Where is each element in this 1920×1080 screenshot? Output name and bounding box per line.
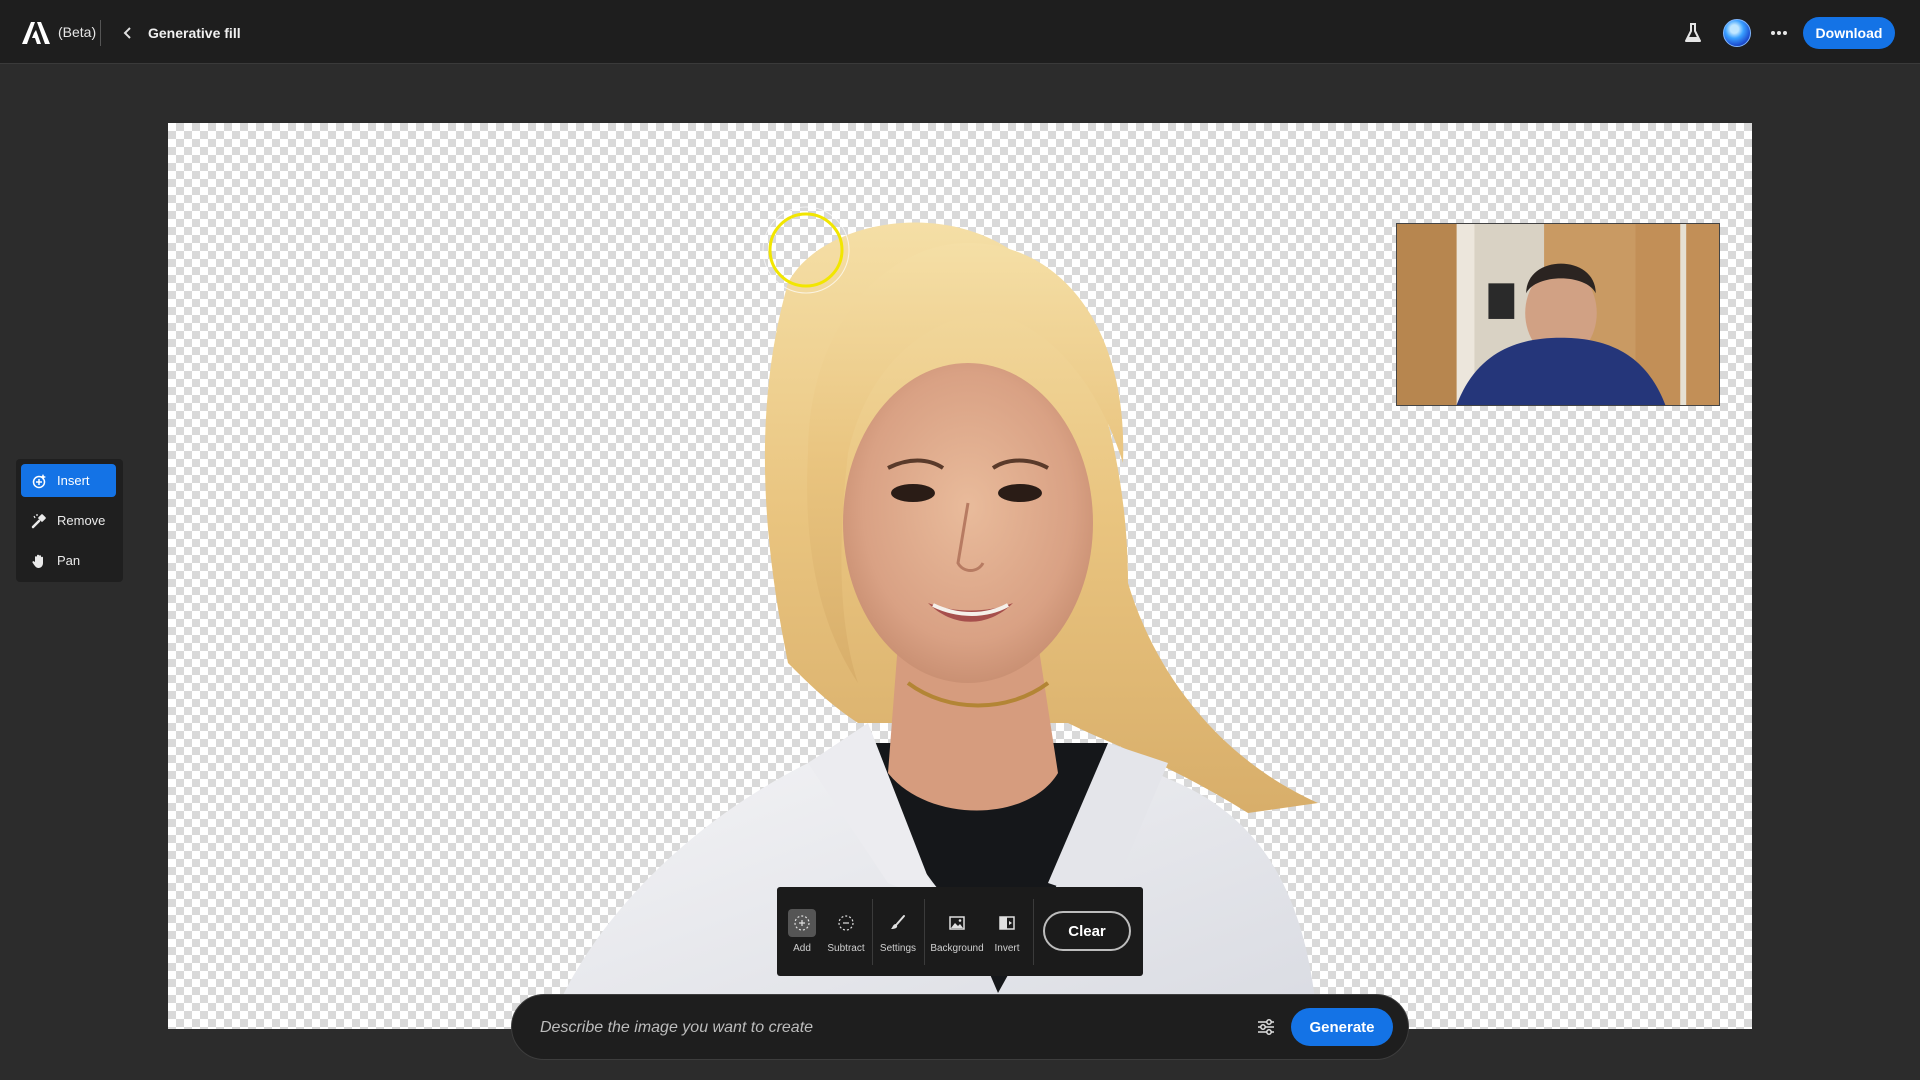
- generate-button[interactable]: Generate: [1291, 1008, 1393, 1046]
- tool-remove[interactable]: Remove: [21, 504, 116, 537]
- tool-insert[interactable]: Insert: [21, 464, 116, 497]
- webcam-overlay: [1396, 223, 1720, 406]
- tool-pan-label: Pan: [57, 553, 81, 568]
- toolbar-divider: [872, 899, 873, 965]
- add-icon-wrap: [788, 909, 816, 937]
- hand-icon: [32, 554, 43, 568]
- brush-icon: [891, 915, 905, 929]
- more-horizontal-icon: [1771, 31, 1787, 35]
- back-button[interactable]: [116, 20, 140, 46]
- insert-brush-icon: [32, 473, 46, 488]
- tool-insert-label: Insert: [57, 473, 90, 488]
- beta-label: (Beta): [58, 24, 97, 40]
- remove-brush-icon: [31, 513, 46, 528]
- chevron-left-icon: [123, 27, 131, 39]
- invert-icon-wrap: [993, 909, 1021, 937]
- settings-button[interactable]: Settings: [877, 887, 919, 976]
- subtract-button[interactable]: Subtract: [825, 887, 867, 976]
- top-bar: (Beta) Generative fill Download: [0, 0, 1920, 64]
- download-button[interactable]: Download: [1803, 17, 1895, 49]
- subtract-label: Subtract: [827, 943, 865, 954]
- page-title: Generative fill: [148, 25, 241, 41]
- settings-icon-wrap: [884, 909, 912, 937]
- invert-selection-icon: [999, 916, 1015, 930]
- selection-toolbar: Add Subtract Settings Background Invert …: [777, 887, 1143, 976]
- settings-label: Settings: [879, 943, 917, 954]
- invert-label: Invert: [994, 943, 1020, 954]
- add-button[interactable]: Add: [783, 887, 821, 976]
- avatar[interactable]: [1723, 19, 1751, 47]
- prompt-bar: Generate: [511, 994, 1409, 1060]
- toolbar-divider: [1033, 899, 1034, 965]
- invert-button[interactable]: Invert: [987, 887, 1027, 976]
- subtract-selection-icon: [838, 915, 854, 931]
- image-icon: [949, 916, 965, 930]
- header-divider: [100, 20, 101, 46]
- subtract-icon-wrap: [832, 909, 860, 937]
- add-selection-icon: [794, 915, 810, 931]
- add-label: Add: [793, 943, 811, 954]
- background-label: Background: [930, 943, 984, 954]
- more-options-button[interactable]: [1766, 20, 1792, 46]
- adobe-logo-icon[interactable]: [22, 22, 50, 44]
- prompt-input[interactable]: [538, 1009, 1222, 1047]
- tool-remove-label: Remove: [57, 513, 106, 528]
- background-icon-wrap: [943, 909, 971, 937]
- sliders-icon[interactable]: [1254, 1015, 1278, 1039]
- background-button[interactable]: Background: [929, 887, 985, 976]
- clear-button[interactable]: Clear: [1043, 911, 1131, 951]
- tool-pan[interactable]: Pan: [21, 544, 116, 577]
- toolbar-divider: [924, 899, 925, 965]
- tool-panel: Insert Remove Pan: [16, 459, 123, 582]
- flask-icon[interactable]: [1682, 22, 1704, 44]
